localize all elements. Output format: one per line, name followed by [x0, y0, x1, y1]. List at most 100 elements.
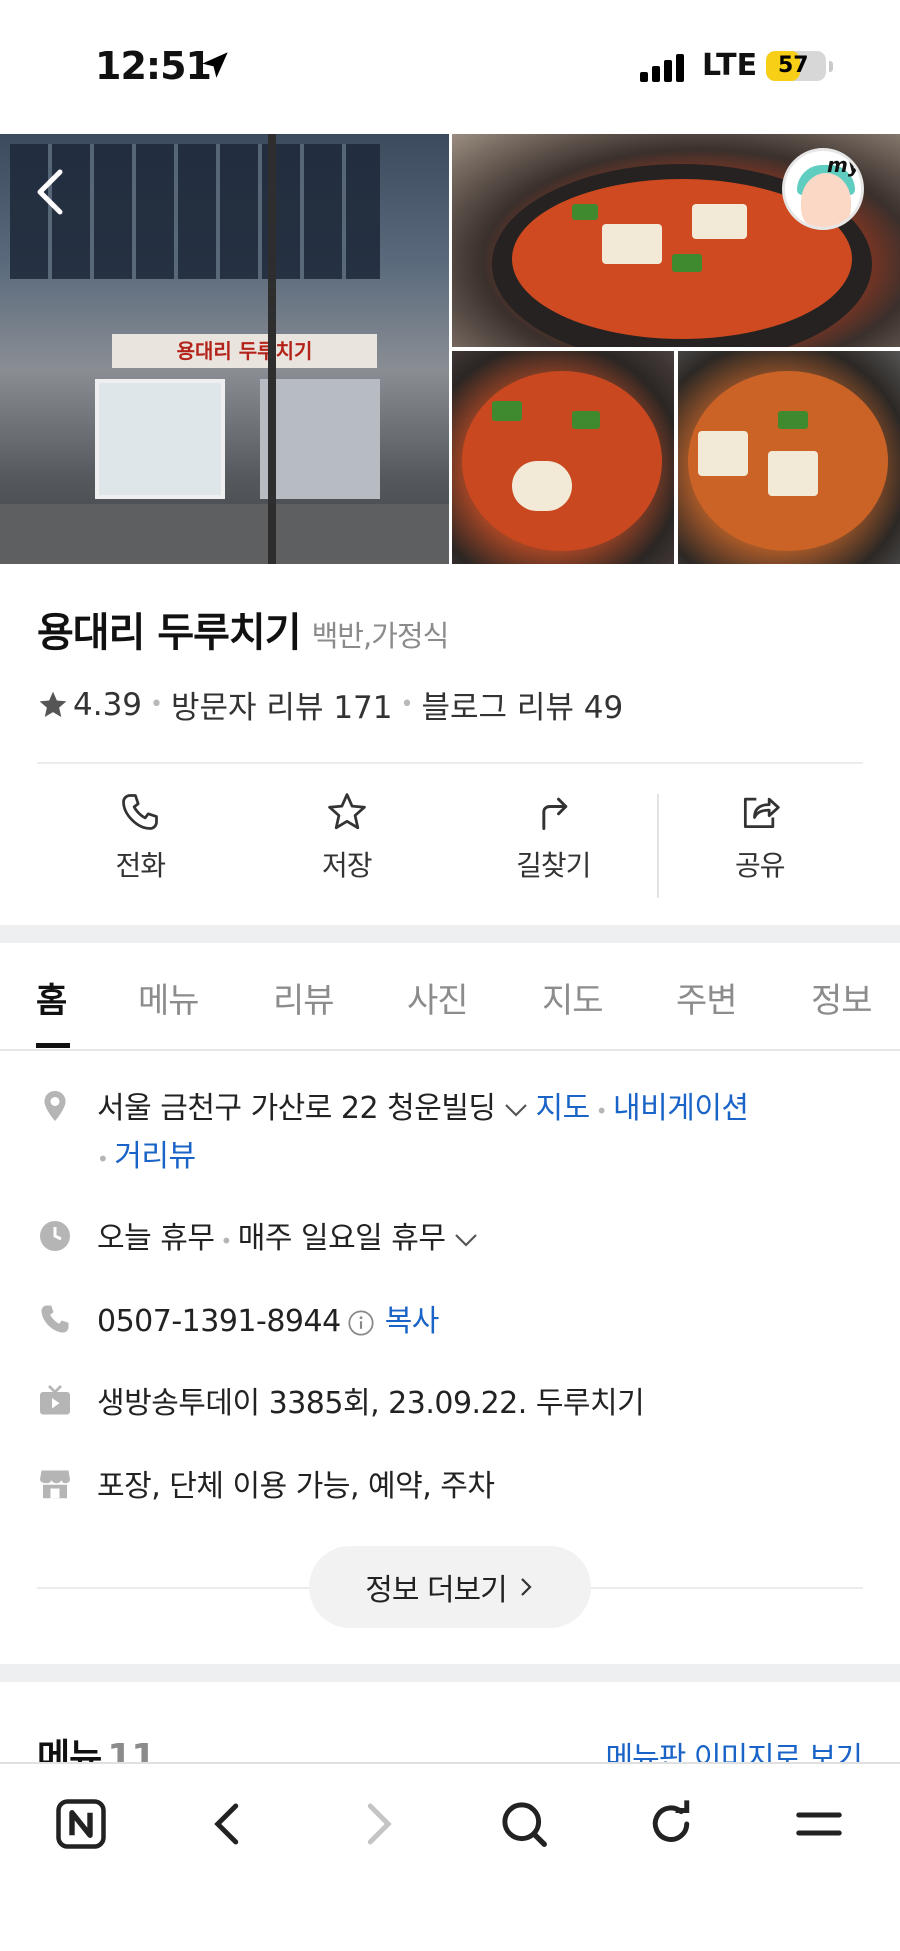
tab-menu[interactable]: 메뉴 — [138, 973, 200, 1022]
sidewalk — [0, 504, 449, 564]
tofu-piece — [768, 451, 818, 496]
tab-info[interactable]: 정보 — [811, 973, 873, 1022]
chevron-left-icon — [214, 1803, 239, 1845]
onion-slice — [512, 461, 572, 511]
call-label: 전화 — [115, 849, 166, 882]
share-button[interactable]: 공유 — [657, 790, 864, 900]
tab-bar: 홈 메뉴 리뷰 사진 지도 주변 정보 — [0, 943, 900, 1051]
reload-button[interactable] — [641, 1794, 701, 1854]
tab-photos[interactable]: 사진 — [407, 973, 469, 1022]
phone-number[interactable]: 0507-1391-8944 — [97, 1304, 341, 1339]
my-badge-text: my — [827, 153, 861, 177]
map-link[interactable]: 지도 — [536, 1091, 591, 1126]
status-bar: 12:51 LTE 57 — [0, 0, 900, 134]
tab-nearby[interactable]: 주변 — [676, 973, 738, 1022]
blog-reviews-link[interactable]: 블로그 리뷰 49 — [421, 682, 623, 727]
storefront-entrance — [95, 379, 225, 499]
rating-row: 4.39 • 방문자 리뷰 171 • 블로그 리뷰 49 — [37, 682, 623, 727]
section-gap — [0, 925, 900, 943]
rating-value: 4.39 — [73, 686, 143, 723]
storefront-sign: 용대리 두루치기 — [112, 334, 377, 368]
chevron-right-icon — [520, 1578, 532, 1596]
location-arrow-icon — [202, 52, 228, 78]
chevron-down-icon[interactable] — [502, 1100, 530, 1120]
tab-reviews[interactable]: 리뷰 — [273, 973, 335, 1022]
browser-toolbar — [0, 1762, 900, 1951]
separator-dot: • — [400, 692, 414, 717]
my-profile-badge[interactable]: my — [782, 148, 864, 230]
more-info-label: 정보 더보기 — [365, 1573, 508, 1608]
network-type: LTE — [702, 48, 758, 83]
battery-nub — [829, 61, 833, 72]
green-onion — [778, 411, 808, 429]
address-text: 서울 금천구 가산로 22 청운빌딩 — [97, 1091, 496, 1126]
photo-collage[interactable]: 용대리 두루치기 my — [0, 134, 900, 564]
street-view-link[interactable]: 거리뷰 — [114, 1139, 196, 1174]
chevron-down-icon[interactable] — [452, 1230, 480, 1250]
search-button[interactable] — [494, 1794, 554, 1854]
facilities-text: 포장, 단체 이용 가능, 예약, 주차 — [97, 1469, 495, 1504]
green-onion — [492, 401, 522, 421]
info-circle-icon[interactable] — [347, 1309, 375, 1337]
storefront-photo[interactable]: 용대리 두루치기 — [0, 134, 449, 564]
store-icon — [40, 1470, 70, 1499]
food-photo-1[interactable]: my — [452, 134, 900, 347]
food-photo-2[interactable] — [452, 351, 674, 564]
menu-button[interactable] — [789, 1794, 849, 1854]
avatar-face — [801, 173, 851, 227]
tofu-piece — [698, 431, 748, 476]
location-pin-icon — [44, 1091, 66, 1121]
directions-icon — [542, 797, 568, 830]
green-onion — [572, 204, 598, 220]
green-onion — [572, 411, 600, 429]
save-label: 저장 — [321, 849, 373, 882]
phone-icon — [41, 1305, 69, 1333]
directions-label: 길찾기 — [516, 849, 591, 882]
browser-forward-button[interactable] — [347, 1794, 407, 1854]
hours-detail: 매주 일요일 휴무 — [237, 1221, 446, 1256]
street-pole — [268, 134, 276, 564]
back-arrow-icon[interactable] — [30, 164, 70, 220]
phone-row: 0507-1391-8944 복사 — [37, 1299, 439, 1345]
status-time: 12:51 — [95, 44, 212, 88]
separator-dot: • — [595, 1099, 608, 1123]
save-button[interactable]: 저장 — [244, 790, 451, 900]
share-icon — [743, 797, 780, 829]
battery-level: 57 — [778, 53, 809, 78]
action-bar: 전화 저장 길찾기 공유 — [37, 790, 863, 900]
hours-status: 오늘 휴무 — [97, 1221, 215, 1256]
hours-row[interactable]: 오늘 휴무 • 매주 일요일 휴무 — [37, 1216, 486, 1264]
food-photo-3[interactable] — [678, 351, 900, 564]
copy-phone-link[interactable]: 복사 — [385, 1304, 440, 1339]
battery-icon: 57 — [766, 51, 826, 81]
browser-back-button[interactable] — [199, 1794, 259, 1854]
tv-icon — [40, 1385, 70, 1415]
star-outline-icon — [327, 793, 366, 830]
place-category: 백반,가정식 — [311, 619, 450, 653]
tab-map[interactable]: 지도 — [542, 973, 604, 1022]
signal-icon — [640, 52, 684, 82]
tofu-piece — [692, 204, 747, 239]
address-block: 서울 금천구 가산로 22 청운빌딩 지도 • 내비게이션 • 거리뷰 — [97, 1086, 749, 1182]
active-tab-indicator — [36, 1043, 70, 1048]
tofu-piece — [602, 224, 662, 264]
chevron-right-icon — [367, 1803, 392, 1845]
hours-block: 오늘 휴무 • 매주 일요일 휴무 — [97, 1216, 486, 1264]
phone-icon — [122, 794, 159, 830]
naver-home-button[interactable] — [51, 1794, 111, 1854]
tv-row: 생방송투데이 3385회, 23.09.22. 두루치기 — [37, 1381, 645, 1427]
action-separator — [657, 794, 659, 898]
reload-icon — [652, 1800, 690, 1842]
divider — [37, 762, 863, 764]
directions-button[interactable]: 길찾기 — [450, 790, 657, 900]
green-onion — [672, 254, 702, 272]
stew-broth — [462, 371, 662, 551]
navigation-link[interactable]: 내비게이션 — [613, 1091, 749, 1126]
tab-home[interactable]: 홈 — [36, 973, 67, 1022]
visitor-reviews-link[interactable]: 방문자 리뷰 171 — [171, 682, 392, 727]
facilities-row: 포장, 단체 이용 가능, 예약, 주차 — [37, 1464, 495, 1510]
more-info-button[interactable]: 정보 더보기 — [309, 1546, 591, 1628]
tv-appearance: 생방송투데이 3385회, 23.09.22. 두루치기 — [97, 1386, 645, 1421]
call-button[interactable]: 전화 — [37, 790, 244, 900]
separator-dot: • — [150, 692, 164, 717]
